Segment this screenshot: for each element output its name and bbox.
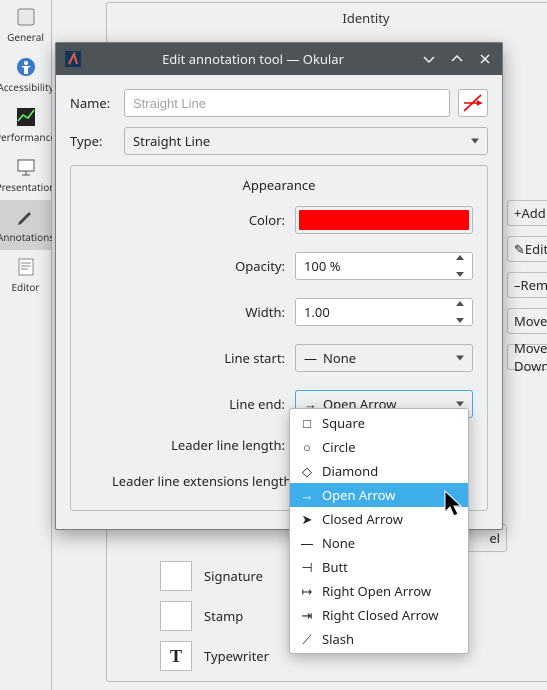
close-button[interactable] <box>474 48 496 70</box>
width-spinbox[interactable]: 1.00 <box>295 298 473 326</box>
add-button[interactable]: + Add <box>507 200 547 226</box>
dropdown-option-label: Circle <box>322 438 356 456</box>
editor-icon <box>15 256 37 278</box>
settings-sidebar: General Accessibility Performance Presen… <box>0 0 52 690</box>
dropdown-option[interactable]: □ Square <box>290 411 468 435</box>
sidebar-item-label: Accessibility <box>0 80 54 94</box>
opacity-spinbox[interactable]: 100 % <box>295 252 473 280</box>
sidebar-item-performance[interactable]: Performance <box>0 100 51 150</box>
line-end-glyph-icon: ◇ <box>300 462 314 480</box>
line-end-glyph-icon: ⇥ <box>300 606 314 624</box>
list-item[interactable]: Signature <box>160 560 269 592</box>
dropdown-option[interactable]: — None <box>290 531 468 555</box>
dropdown-option-label: Diamond <box>322 462 378 480</box>
dialog-title: Edit annotation tool — Okular <box>88 50 418 68</box>
dash-icon: — <box>304 349 317 367</box>
line-start-label: Line start: <box>85 349 295 367</box>
type-label: Type: <box>70 132 118 150</box>
line-end-glyph-icon: → <box>300 486 314 504</box>
line-end-glyph-icon: ➤ <box>300 510 314 528</box>
move-up-button[interactable]: Move Up <box>507 308 547 334</box>
sidebar-item-presentation[interactable]: Presentation <box>0 150 51 200</box>
dropdown-option[interactable]: ◇ Diamond <box>290 459 468 483</box>
sidebar-item-label: Annotations <box>0 230 54 244</box>
side-button-stack: + Add ✎ Edit – Remove Move Up Move Down <box>507 200 547 370</box>
list-item[interactable]: TTypewriter <box>160 640 269 672</box>
sidebar-item-general[interactable]: General <box>0 0 51 50</box>
list-item[interactable]: Stamp <box>160 600 269 632</box>
dropdown-option[interactable]: ○ Circle <box>290 435 468 459</box>
appearance-title: Appearance <box>85 176 473 194</box>
line-end-label: Line end: <box>85 395 295 413</box>
leader-line-length-label: Leader line length: <box>85 436 295 454</box>
edit-button[interactable]: ✎ Edit <box>507 236 547 262</box>
width-label: Width: <box>85 303 295 321</box>
sidebar-item-label: Presentation <box>0 180 55 194</box>
dropdown-option-label: Slash <box>322 630 354 648</box>
dropdown-option-label: None <box>322 534 355 552</box>
line-end-glyph-icon: ⟋ <box>300 630 314 648</box>
line-end-glyph-icon: ○ <box>300 438 314 456</box>
name-input[interactable] <box>124 89 450 117</box>
annotations-icon <box>15 206 37 228</box>
stamp-thumb-icon <box>160 601 192 631</box>
type-combo[interactable]: Straight Line <box>124 127 488 155</box>
line-start-combo[interactable]: — None <box>295 344 473 372</box>
sidebar-item-label: General <box>7 30 44 44</box>
groupbox-title: Identity <box>107 3 547 33</box>
okular-app-icon <box>64 50 82 68</box>
presentation-icon <box>15 156 37 178</box>
opacity-label: Opacity: <box>85 257 295 275</box>
typewriter-thumb-icon: T <box>160 641 192 671</box>
sidebar-item-label: Editor <box>11 280 39 294</box>
annotation-tool-list: Signature Stamp TTypewriter <box>160 560 269 672</box>
remove-button[interactable]: – Remove <box>507 272 547 298</box>
sidebar-item-accessibility[interactable]: Accessibility <box>0 50 51 100</box>
color-label: Color: <box>85 211 295 229</box>
minimize-button[interactable] <box>418 48 440 70</box>
line-end-dropdown: □ Square ○ Circle ◇ Diamond → Open Arrow ➤ Closed… <box>289 408 469 654</box>
dropdown-option[interactable]: → Open Arrow <box>290 483 468 507</box>
sidebar-item-editor[interactable]: Editor <box>0 250 51 300</box>
dialog-titlebar[interactable]: Edit annotation tool — Okular <box>56 43 502 75</box>
dropdown-option[interactable]: ⊣ Butt <box>290 555 468 579</box>
dropdown-option[interactable]: ↦ Right Open Arrow <box>290 579 468 603</box>
color-picker[interactable] <box>295 206 473 234</box>
dropdown-option-label: Butt <box>322 558 348 576</box>
leader-line-ext-label: Leader line extensions length: <box>85 472 305 490</box>
sidebar-item-annotations[interactable]: Annotations <box>0 200 51 250</box>
performance-icon <box>15 106 37 128</box>
dropdown-option-label: Right Open Arrow <box>322 582 431 600</box>
signature-thumb-icon <box>160 561 192 591</box>
dropdown-option-label: Square <box>322 414 365 432</box>
move-down-button[interactable]: Move Down <box>507 344 547 370</box>
dropdown-option-label: Right Closed Arrow <box>322 606 439 624</box>
dropdown-option-label: Open Arrow <box>322 486 396 504</box>
dropdown-option[interactable]: ➤ Closed Arrow <box>290 507 468 531</box>
name-label: Name: <box>70 94 118 112</box>
line-end-glyph-icon: — <box>300 534 314 552</box>
tool-preview-icon <box>458 89 488 117</box>
sidebar-item-label: Performance <box>0 130 56 144</box>
gear-icon <box>15 6 37 28</box>
line-end-glyph-icon: □ <box>300 414 314 432</box>
maximize-button[interactable] <box>446 48 468 70</box>
dropdown-option[interactable]: ⟋ Slash <box>290 627 468 651</box>
line-end-glyph-icon: ↦ <box>300 582 314 600</box>
accessibility-icon <box>15 56 37 78</box>
line-end-glyph-icon: ⊣ <box>300 558 314 576</box>
dropdown-option-label: Closed Arrow <box>322 510 403 528</box>
dropdown-option[interactable]: ⇥ Right Closed Arrow <box>290 603 468 627</box>
